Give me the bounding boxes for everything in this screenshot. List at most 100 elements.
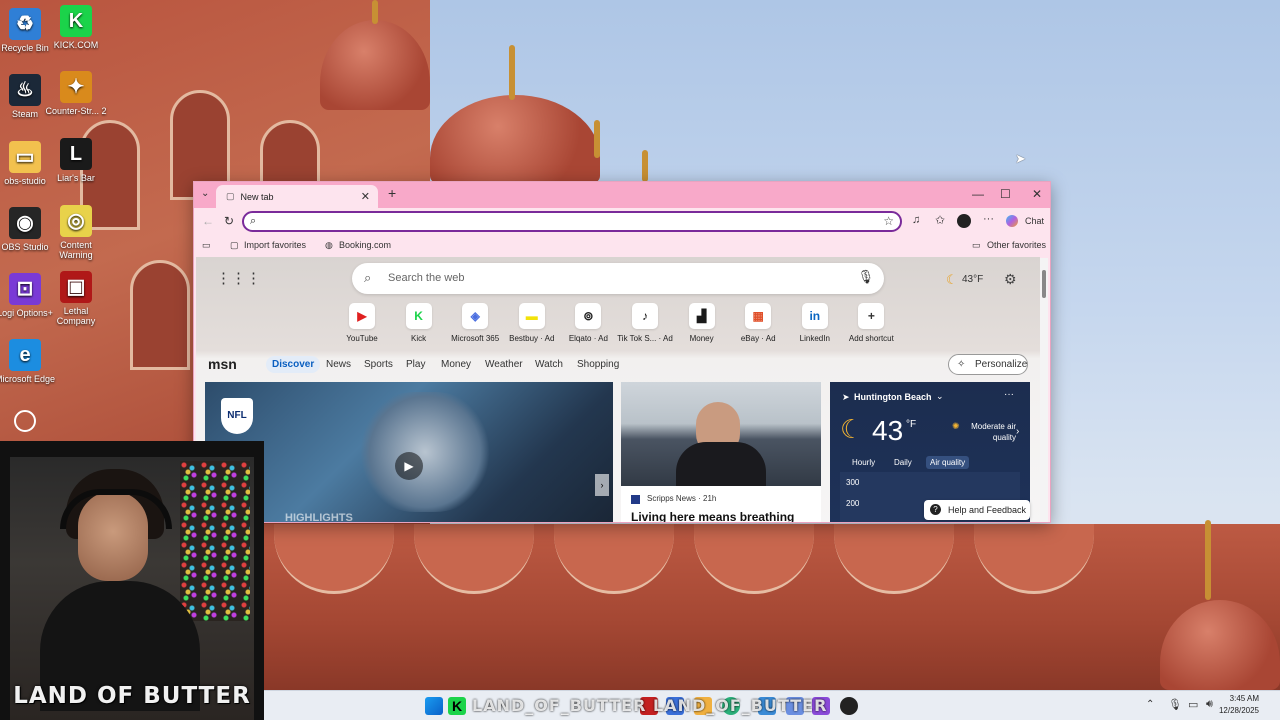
settings-desktop-icon[interactable] [14,410,36,432]
kick-taskbar-icon[interactable]: K [448,697,466,715]
desktop-icon-label: Content Warning [59,240,93,260]
palace-spire [594,120,600,158]
air-quality-label[interactable]: Moderate air quality [960,421,1016,443]
favorites-bar: ▭ ▢ Import favorites ◍ Booking.com ▭ Oth… [194,236,1050,256]
new-tab-button[interactable]: + [388,185,396,201]
shortcut-label: Kick [411,334,427,343]
back-arrow-icon[interactable]: ← [202,214,214,228]
network-icon[interactable]: ▭ [1188,698,1198,711]
shortcut-tile[interactable]: ▬ Bestbuy · Ad [504,303,560,343]
shortcut-label: eBay · Ad [740,334,776,343]
shortcut-tile[interactable]: ▦ eBay · Ad [730,303,786,343]
desktop-icon[interactable]: ✦ Counter-Str... 2 [45,71,107,116]
obs-taskbar-icon[interactable] [840,697,858,715]
weather-tab[interactable]: Air quality [926,456,970,469]
refresh-icon[interactable]: ↻ [224,214,234,228]
tab-close-icon[interactable]: ✕ [361,190,370,203]
tab-actions-chevron-icon[interactable]: ⌄ [201,188,209,199]
news-headline[interactable]: Living here means breathing [631,510,794,522]
weather-tab[interactable]: Daily [890,456,916,469]
chat-button[interactable]: Chat [1025,216,1044,226]
clock-date[interactable]: 12/28/2025 [1206,706,1259,715]
palace-spire [509,45,515,100]
collections-icon[interactable]: ▭ [202,240,211,251]
shortcut-tile[interactable]: ⊚ Elqato · Ad [560,303,616,343]
shortcut-tile[interactable]: ▶ YouTube [334,303,390,343]
desktop-app-icon: ▣ [60,271,92,303]
msn-tab[interactable]: Play [406,359,425,370]
desktop-icon[interactable]: e Microsoft Edge [0,339,56,384]
profile-avatar[interactable] [957,214,971,228]
scrollbar-thumb[interactable] [1042,270,1046,298]
close-button[interactable]: ✕ [1032,187,1042,201]
nfl-logo: NFL [221,398,253,434]
shortcut-tile[interactable]: ♪ Tik Tok S... · Ad [617,303,673,343]
help-feedback-button[interactable]: ? Help and Feedback [924,500,1030,520]
other-favorites-link[interactable]: Other favorites [987,240,1046,250]
desktop-icon-label: KICK.COM [53,40,99,50]
tray-chevron-icon[interactable]: ⌃ [1146,699,1154,710]
weather-tab[interactable]: Hourly [848,456,879,469]
page-scrollbar[interactable] [1040,258,1048,522]
web-search-input[interactable]: Search the web [388,272,464,284]
desktop-icon[interactable]: K KICK.COM [45,5,107,50]
shortcut-tile[interactable]: ◈ Microsoft 365 [447,303,503,343]
more-options-icon[interactable]: ··· [983,213,994,225]
shortcut-tile[interactable]: + Add shortcut [843,303,899,343]
settings-gear-icon[interactable]: ⚙ [1004,271,1017,288]
msn-tab[interactable]: News [326,359,351,370]
msn-tab[interactable]: Watch [535,359,563,370]
desktop-app-icon: ▭ [9,141,41,173]
desktop-app-icon: ◉ [9,207,41,239]
shortcut-icon: ⊚ [575,303,602,329]
import-favorites-link[interactable]: Import favorites [244,240,306,250]
shortcut-tile[interactable]: ▟ Money [674,303,730,343]
shortcut-icon: K [405,303,432,329]
desktop-icon[interactable]: ◎ Content Warning [45,205,107,260]
booking-link[interactable]: Booking.com [339,240,391,250]
msn-tab[interactable]: Weather [485,359,523,370]
read-aloud-icon[interactable]: ♫ [912,214,920,226]
desktop-icon[interactable]: L Liar's Bar [45,138,107,183]
edge-browser-window[interactable]: ⌄ ▢ New tab ✕ + — ☐ ✕ ← ↻ ⌕ ☆ ♫ ✩ ··· Ch… [193,181,1051,523]
desktop-app-icon: L [60,138,92,170]
next-arrow-icon[interactable]: › [595,474,609,496]
desktop-icon[interactable]: ▣ Lethal Company [45,271,107,326]
news-card-scripps[interactable]: Scripps News · 21h Living here means bre… [621,382,821,522]
shortcut-tile[interactable]: K Kick [391,303,447,343]
minimize-button[interactable]: — [972,187,984,201]
tab-new-tab[interactable]: ▢ New tab ✕ [216,185,378,208]
shortcut-tile[interactable]: in LinkedIn [787,303,843,343]
windows-start-icon[interactable] [425,697,443,715]
play-icon[interactable]: ▶ [395,452,423,480]
shortcut-icon: ▟ [688,303,715,329]
msn-nav: msn Discover News Sports Play Money Weather Wa… [196,353,1040,377]
maximize-button[interactable]: ☐ [1000,187,1011,201]
weather-location[interactable]: Huntington Beach [854,392,932,402]
msn-tab[interactable]: Sports [364,359,393,370]
favorite-star-icon[interactable]: ☆ [883,214,894,228]
microphone-tray-icon[interactable]: 🎙︎ [1168,698,1182,711]
shortcut-icon: ▶ [349,303,375,329]
favorites-icon[interactable]: ✩ [935,213,945,227]
msn-tab[interactable]: Money [441,359,471,370]
web-search-box[interactable]: ⌕ Search the web 🎙︎ [352,263,884,294]
microphone-icon[interactable]: 🎙︎ [857,269,874,285]
chevron-down-icon[interactable]: ⌄ [936,391,944,402]
more-icon[interactable]: ··· [1004,389,1014,400]
weather-temp[interactable]: 43°F [962,274,983,285]
copilot-icon[interactable] [1006,215,1018,227]
msn-logo[interactable]: msn [208,356,237,372]
clock-time[interactable]: 3:45 AM [1219,694,1259,703]
chevron-right-icon[interactable]: › [1016,426,1019,437]
apps-grid-icon[interactable]: ⋮⋮⋮ [216,269,261,287]
personalize-button[interactable]: ✧ Personalize [948,354,1028,375]
desktop-app-icon: ⊡ [9,273,41,305]
address-bar[interactable]: ⌕ ☆ [242,211,902,232]
news-card-nfl[interactable]: NFL ▶ › HIGHLIGHTS [205,382,613,522]
browser-titlebar[interactable]: ⌄ ▢ New tab ✕ + — ☐ ✕ [194,182,1050,208]
msn-tab[interactable]: Shopping [577,359,619,370]
palace-arch [130,260,190,370]
msn-tab[interactable]: Discover [266,356,321,373]
palace-scallop [414,524,534,594]
